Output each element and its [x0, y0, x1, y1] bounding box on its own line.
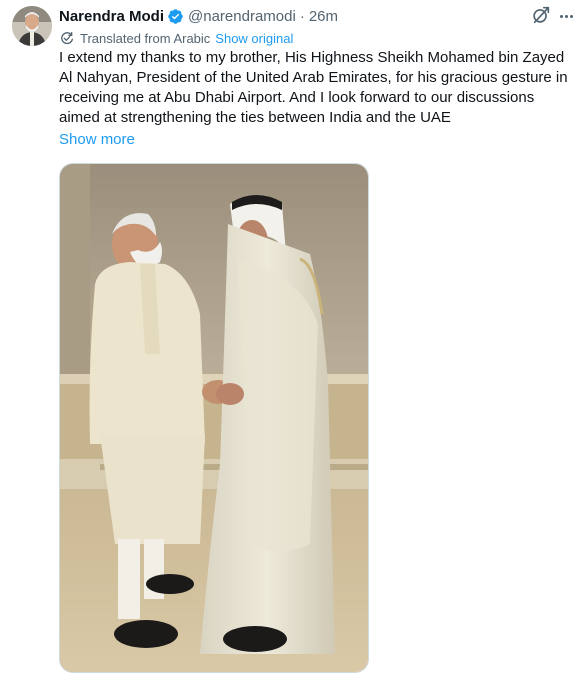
translate-icon [61, 31, 73, 45]
timestamp[interactable]: 26m [309, 8, 338, 25]
show-original-link[interactable]: Show original [215, 31, 293, 46]
grok-icon[interactable] [530, 4, 552, 26]
separator-dot: · [299, 7, 305, 25]
verified-badge-icon[interactable] [167, 8, 184, 25]
tweet-header: Narendra Modi @narendramodi · 26m [59, 5, 540, 27]
translation-notice: Translated from Arabic Show original [59, 29, 293, 47]
more-icon[interactable] [556, 6, 576, 26]
tweet-text: I extend my thanks to my brother, His Hi… [59, 49, 568, 126]
tweet-photo[interactable] [59, 163, 369, 673]
photo-image [60, 164, 368, 672]
avatar[interactable] [12, 6, 52, 46]
show-more-link[interactable]: Show more [59, 131, 135, 148]
tweet-card[interactable]: Narendra Modi @narendramodi · 26m Transl… [0, 0, 580, 683]
author-name[interactable]: Narendra Modi [59, 8, 164, 25]
author-handle[interactable]: @narendramodi [188, 8, 296, 25]
avatar-image [12, 6, 52, 46]
translated-from-label: Translated from Arabic [80, 30, 211, 46]
